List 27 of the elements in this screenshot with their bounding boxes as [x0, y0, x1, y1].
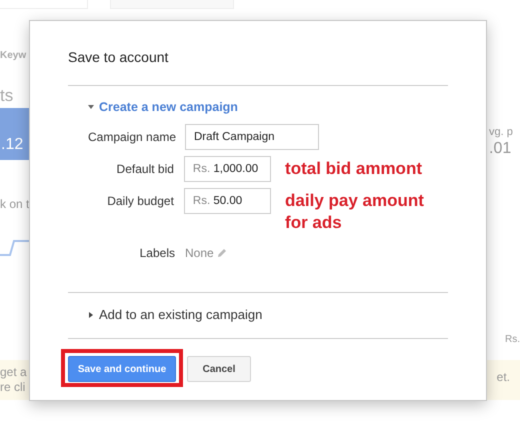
- background-text: re cli: [0, 380, 26, 395]
- caret-icon: [88, 312, 94, 318]
- background-text: et.: [496, 370, 511, 384]
- dialog-title: Save to account: [68, 49, 170, 67]
- input-field[interactable]: Draft Campaign: [185, 124, 319, 150]
- section-toggle[interactable]: Create a new campaign: [88, 100, 448, 114]
- field-label: Default bid: [116, 161, 174, 178]
- input-field[interactable]: Rs. 1,000.00: [184, 156, 272, 182]
- annotation-text: total bid ammont: [285, 158, 423, 180]
- pencil-icon[interactable]: [216, 248, 227, 258]
- field-label: Daily budget: [106, 193, 174, 210]
- cancel-button[interactable]: Cancel: [187, 356, 251, 382]
- chart-line: [0, 240, 29, 256]
- background-text: Rs.: [505, 334, 520, 345]
- background-text: ts: [0, 86, 14, 106]
- background-text: k on t: [0, 197, 30, 211]
- field-label: Campaign name: [88, 129, 175, 146]
- annotation-text: daily pay amount for ads: [285, 190, 425, 234]
- background-text: .01: [489, 140, 512, 158]
- background-text: get a: [0, 365, 27, 380]
- input-field[interactable]: Rs. 50.00: [184, 188, 272, 214]
- section-toggle[interactable]: Add to an existing campaign: [88, 307, 448, 322]
- background-text: Keyw: [0, 50, 26, 61]
- field-label: Labels: [138, 245, 175, 262]
- caret-icon: [88, 104, 94, 110]
- background-text: vg. p: [489, 126, 513, 138]
- labels-value: None: [185, 245, 214, 262]
